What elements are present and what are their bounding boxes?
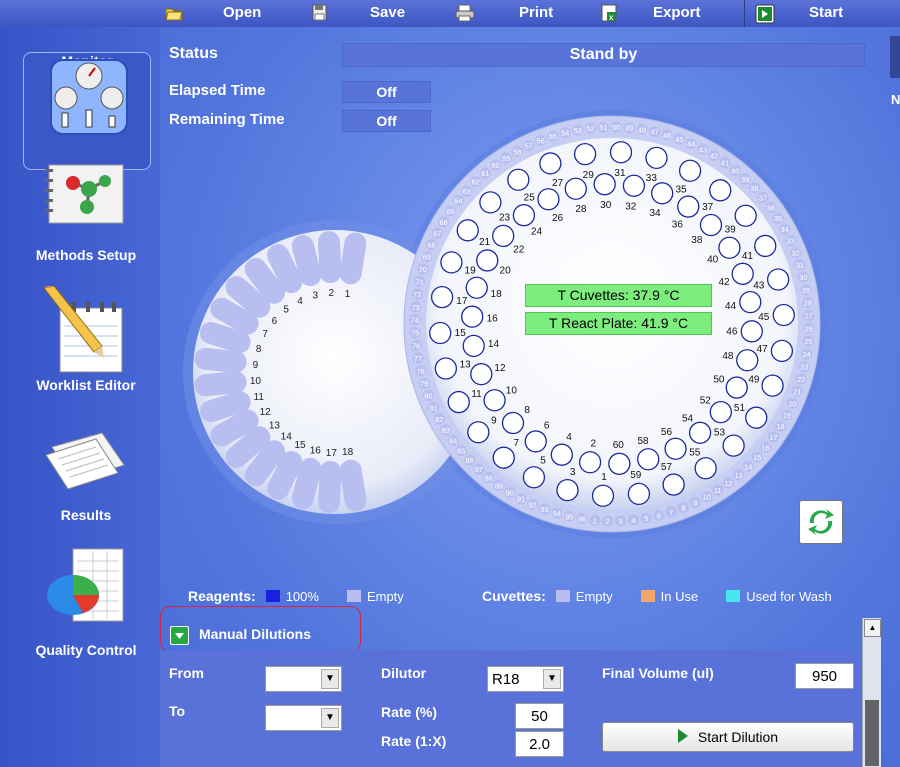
- right-panel-label: N: [891, 92, 900, 107]
- rate-ratio-input[interactable]: 2.0: [515, 731, 564, 757]
- cuvettes-legend: Cuvettes: Empty In Use Used for Wash: [482, 588, 832, 604]
- sidebar-item-worklist-editor[interactable]: Worklist Editor: [0, 282, 170, 402]
- final-volume-input[interactable]: 950: [795, 663, 854, 689]
- legend-swatch-wash: [726, 590, 741, 602]
- open-button[interactable]: Open: [165, 0, 261, 25]
- sidebar-item-label: Quality Control: [35, 642, 137, 658]
- to-select-value: [266, 710, 270, 727]
- reagents-legend-label: Reagents:: [188, 588, 256, 604]
- excel-export-icon: x: [600, 4, 618, 22]
- pencil-notepad-icon: [42, 284, 128, 377]
- legend-swatch-full: [265, 590, 280, 602]
- open-label: Open: [223, 4, 262, 21]
- status-value: Stand by: [342, 43, 865, 67]
- refresh-arrows-icon: [806, 507, 836, 542]
- sidebar: Monitor Methods Setup: [0, 27, 162, 767]
- manual-dilutions-header[interactable]: Manual Dilutions: [160, 606, 361, 652]
- vertical-scrollbar[interactable]: ▲: [862, 618, 881, 767]
- remaining-time-label: Remaining Time: [169, 111, 285, 128]
- to-label: To: [169, 703, 186, 719]
- elapsed-time-value: Off: [342, 81, 431, 103]
- from-select-value: [266, 671, 270, 688]
- toolbar-separator: [744, 0, 745, 28]
- remaining-time-value: Off: [342, 110, 431, 132]
- elapsed-time-label: Elapsed Time: [169, 82, 266, 99]
- expand-toggle-icon[interactable]: [170, 626, 189, 645]
- sidebar-item-label: Results: [60, 507, 112, 523]
- legend-swatch-cuvette-empty: [555, 590, 570, 602]
- start-dilution-button[interactable]: Start Dilution: [602, 722, 854, 752]
- dilutor-select-value: R18: [492, 671, 520, 688]
- final-volume-label: Final Volume (ul): [602, 665, 714, 681]
- pie-chart-icon: [45, 547, 125, 628]
- scroll-thumb[interactable]: [865, 700, 879, 766]
- documents-icon: [42, 425, 132, 498]
- legend-wash-label: Used for Wash: [746, 588, 832, 604]
- save-button[interactable]: Save: [312, 0, 405, 25]
- monitor-gauges-icon: [49, 58, 129, 141]
- sidebar-item-results[interactable]: Results: [0, 417, 170, 527]
- right-panel-edge: [890, 36, 900, 78]
- sidebar-item-quality-control[interactable]: Quality Control: [0, 545, 170, 658]
- export-button[interactable]: x Export: [600, 0, 701, 25]
- floppy-disk-icon: [312, 4, 330, 22]
- rate-percent-label: Rate (%): [381, 704, 438, 720]
- print-label: Print: [519, 4, 554, 21]
- cuvettes-legend-label: Cuvettes:: [482, 588, 546, 604]
- chevron-down-icon[interactable]: ▼: [321, 708, 339, 728]
- printer-icon: [455, 4, 475, 22]
- from-label: From: [169, 665, 204, 681]
- sidebar-item-monitor[interactable]: Monitor: [23, 52, 151, 170]
- legend-empty-label: Empty: [366, 588, 404, 604]
- molecule-notebook-icon: [45, 163, 125, 228]
- sidebar-item-methods-setup[interactable]: Methods Setup: [0, 157, 170, 267]
- legend-in-use-label: In Use: [660, 588, 699, 604]
- status-label: Status: [169, 45, 218, 62]
- print-button[interactable]: Print: [455, 0, 553, 25]
- rate-ratio-label: Rate (1:X): [381, 733, 447, 749]
- start-label: Start: [809, 4, 844, 21]
- legend-swatch-empty: [346, 590, 361, 602]
- folder-icon: [165, 4, 183, 22]
- cuvette-temperature: T Cuvettes: 37.9 °C: [525, 284, 712, 307]
- play-icon: [677, 728, 688, 746]
- start-button[interactable]: Start: [755, 0, 843, 25]
- manual-dilutions-title: Manual Dilutions: [199, 626, 311, 642]
- export-label: Export: [653, 4, 701, 21]
- toolbar: Open Save Print x Export Start: [0, 0, 900, 28]
- scroll-up-arrow-icon[interactable]: ▲: [864, 619, 881, 637]
- dilutor-select[interactable]: R18 ▼: [487, 666, 564, 692]
- sidebar-item-label: Worklist Editor: [36, 377, 136, 393]
- react-plate-temperature: T React Plate: 41.9 °C: [525, 312, 712, 335]
- refresh-button[interactable]: [799, 500, 843, 544]
- reagents-legend: Reagents: 100% Empty: [188, 588, 404, 604]
- from-select[interactable]: ▼: [265, 666, 342, 692]
- svg-text:x: x: [609, 13, 614, 22]
- rate-percent-input[interactable]: 50: [515, 703, 564, 729]
- legend-full-label: 100%: [285, 588, 319, 604]
- chevron-down-icon[interactable]: ▼: [321, 669, 339, 689]
- legend-cuvette-empty-label: Empty: [575, 588, 613, 604]
- to-select[interactable]: ▼: [265, 705, 342, 731]
- save-label: Save: [370, 4, 406, 21]
- sidebar-item-label: Methods Setup: [35, 247, 137, 263]
- dilutor-label: Dilutor: [381, 665, 427, 681]
- legend-swatch-in-use: [640, 590, 655, 602]
- play-icon: [755, 4, 775, 23]
- start-dilution-label: Start Dilution: [697, 729, 779, 745]
- chevron-down-icon[interactable]: ▼: [543, 669, 561, 689]
